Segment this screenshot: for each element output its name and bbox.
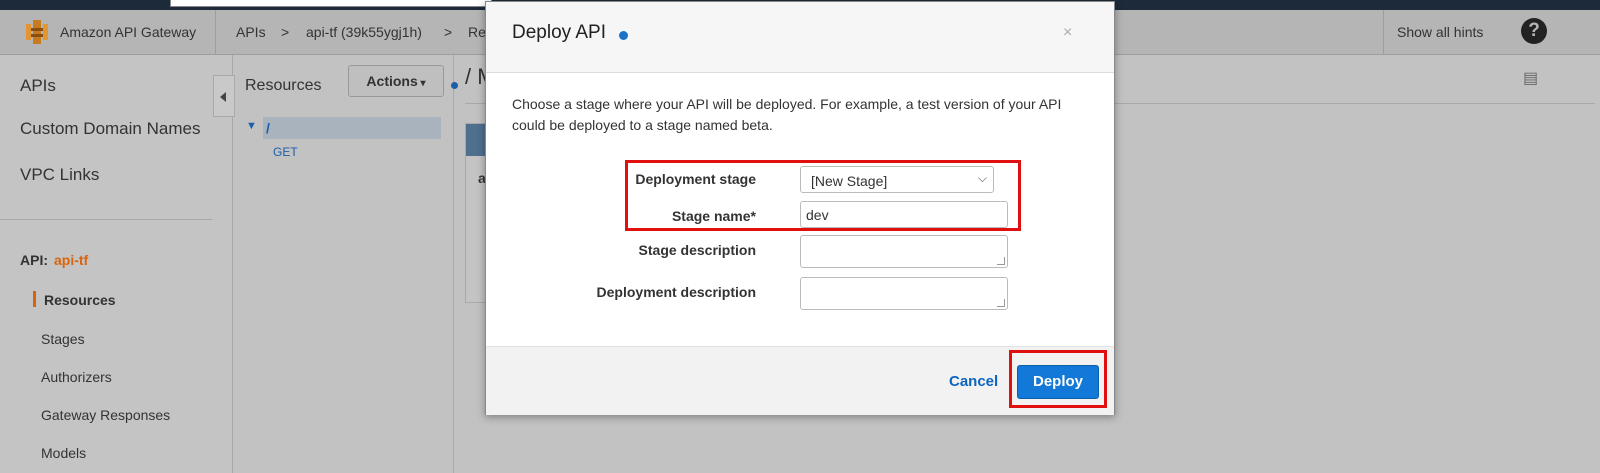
resources-title: Resources <box>245 77 322 94</box>
api-label: API: <box>20 252 48 268</box>
header-divider <box>1383 10 1384 54</box>
book-icon[interactable]: ▤ <box>1523 68 1538 88</box>
sidebar-item-models[interactable]: Models <box>41 445 86 461</box>
highlight-deploy-button <box>1009 350 1107 408</box>
sidebar-item-apis[interactable]: APIs <box>20 76 56 96</box>
tree-expand-icon[interactable]: ▼ <box>246 120 257 132</box>
modal-title: Deploy API <box>512 22 606 43</box>
sidebar-item-gateway-responses[interactable]: Gateway Responses <box>41 407 170 423</box>
stage-description-label: Stage description <box>638 242 756 258</box>
sidebar-item-authorizers[interactable]: Authorizers <box>41 369 112 385</box>
active-indicator <box>33 291 36 307</box>
breadcrumb-apis[interactable]: APIs <box>236 24 266 40</box>
breadcrumb-resources[interactable]: Re <box>468 24 486 40</box>
resource-tree-root-row[interactable]: / <box>263 117 441 139</box>
sidebar-item-resources[interactable]: Resources <box>44 292 116 308</box>
show-all-hints-link[interactable]: Show all hints <box>1397 24 1483 40</box>
sidebar: APIs Custom Domain Names VPC Links API: … <box>0 55 233 473</box>
url-bar-fragment <box>170 0 492 7</box>
chevron-left-icon <box>220 92 226 102</box>
modal-description: Choose a stage where your API will be de… <box>512 96 1062 133</box>
highlight-stage-fields <box>625 160 1021 231</box>
sidebar-item-custom-domains[interactable]: Custom Domain Names <box>20 119 200 139</box>
info-dot-icon[interactable] <box>619 31 628 40</box>
stage-description-textarea[interactable] <box>800 235 1008 268</box>
deployment-description-label: Deployment description <box>596 284 756 300</box>
deployment-description-textarea[interactable] <box>800 277 1008 310</box>
resource-method-get[interactable]: GET <box>273 145 298 159</box>
caret-down-icon: ▾ <box>417 78 426 89</box>
help-icon[interactable]: ? <box>1521 18 1547 44</box>
close-icon[interactable]: × <box>1063 24 1072 42</box>
breadcrumb-separator: > <box>444 24 453 40</box>
api-name[interactable]: api-tf <box>54 252 88 268</box>
sidebar-item-stages[interactable]: Stages <box>41 331 85 347</box>
breadcrumb-separator: > <box>281 24 290 40</box>
resize-grip-icon[interactable] <box>997 257 1005 265</box>
hint-dot-icon <box>451 82 458 89</box>
collapse-sidebar-button[interactable] <box>213 75 235 117</box>
actions-dropdown-button[interactable]: Actions ▾ <box>348 65 444 97</box>
api-gateway-logo-icon <box>26 20 48 44</box>
sidebar-divider <box>0 219 212 220</box>
sidebar-item-vpc-links[interactable]: VPC Links <box>20 165 99 185</box>
breadcrumb-api[interactable]: api-tf (39k55ygj1h) <box>306 24 422 40</box>
modal-header: Deploy API × <box>486 2 1114 73</box>
resource-root-path: / <box>266 120 270 136</box>
actions-label: Actions <box>366 73 418 89</box>
brand-name[interactable]: Amazon API Gateway <box>60 24 196 40</box>
resize-grip-icon[interactable] <box>997 299 1005 307</box>
header-divider <box>215 10 216 54</box>
cancel-button[interactable]: Cancel <box>949 373 998 390</box>
